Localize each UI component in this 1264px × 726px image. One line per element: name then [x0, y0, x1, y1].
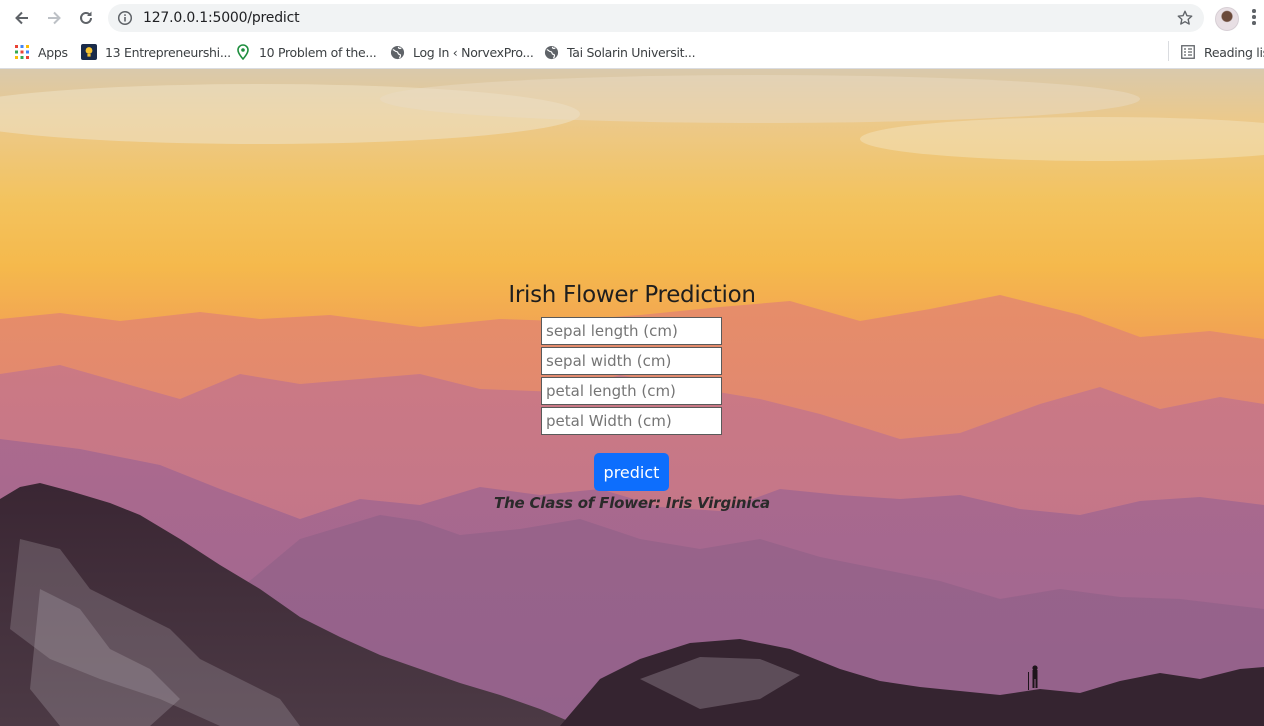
bookmark-entrepreneurship[interactable]: 13 Entrepreneurshi... [81, 43, 231, 61]
browser-toolbar: 127.0.0.1:5000/predict [0, 0, 1264, 36]
reading-list-icon [1180, 44, 1196, 60]
bookmark-label: 13 Entrepreneurshi... [105, 44, 231, 60]
page-title: Irish Flower Prediction [508, 282, 756, 308]
address-bar[interactable]: 127.0.0.1:5000/predict [108, 4, 1204, 32]
bookmark-tai-solarin[interactable]: Tai Solarin Universit... [543, 43, 696, 61]
lightbulb-icon [81, 44, 97, 60]
bookmark-apps[interactable]: Apps [14, 43, 68, 61]
bookmark-star-icon[interactable] [1176, 9, 1194, 32]
prediction-form: Irish Flower Prediction predict The Clas… [0, 69, 1264, 726]
bookmark-norvexpro[interactable]: Log In ‹ NorvexPro... [389, 43, 534, 61]
profile-avatar[interactable] [1215, 7, 1239, 31]
bookmark-label: Log In ‹ NorvexPro... [413, 44, 534, 60]
reload-button[interactable] [74, 6, 98, 30]
bookmarks-divider [1168, 41, 1169, 61]
predict-button[interactable]: predict [594, 453, 669, 491]
menu-kebab-icon[interactable] [1252, 9, 1256, 27]
petal-width-input[interactable] [541, 407, 722, 435]
apps-grid-icon [14, 44, 30, 60]
back-button[interactable] [10, 6, 34, 30]
reading-list-button[interactable]: Reading list [1180, 43, 1264, 61]
arrow-left-icon [15, 11, 28, 25]
globe-icon [543, 44, 559, 60]
url-text[interactable]: 127.0.0.1:5000/predict [143, 10, 300, 26]
map-pin-icon [235, 44, 251, 60]
globe-icon [389, 44, 405, 60]
reload-icon [80, 11, 92, 24]
reading-list-label: Reading list [1204, 44, 1264, 60]
forward-button[interactable] [42, 6, 66, 30]
sepal-width-input[interactable] [541, 347, 722, 375]
sepal-length-input[interactable] [541, 317, 722, 345]
petal-length-input[interactable] [541, 377, 722, 405]
prediction-result: The Class of Flower: Iris Virginica [494, 494, 770, 512]
bookmark-label: 10 Problem of the... [259, 44, 377, 60]
bookmarks-bar: Apps 13 Entrepreneurshi... 10 Problem of… [0, 36, 1264, 69]
arrow-right-icon [48, 11, 61, 25]
bookmark-problem[interactable]: 10 Problem of the... [235, 43, 377, 61]
info-icon[interactable] [117, 10, 133, 31]
bookmark-label: Tai Solarin Universit... [567, 44, 696, 60]
bookmark-label: Apps [38, 44, 68, 60]
page-viewport: Irish Flower Prediction predict The Clas… [0, 69, 1264, 726]
